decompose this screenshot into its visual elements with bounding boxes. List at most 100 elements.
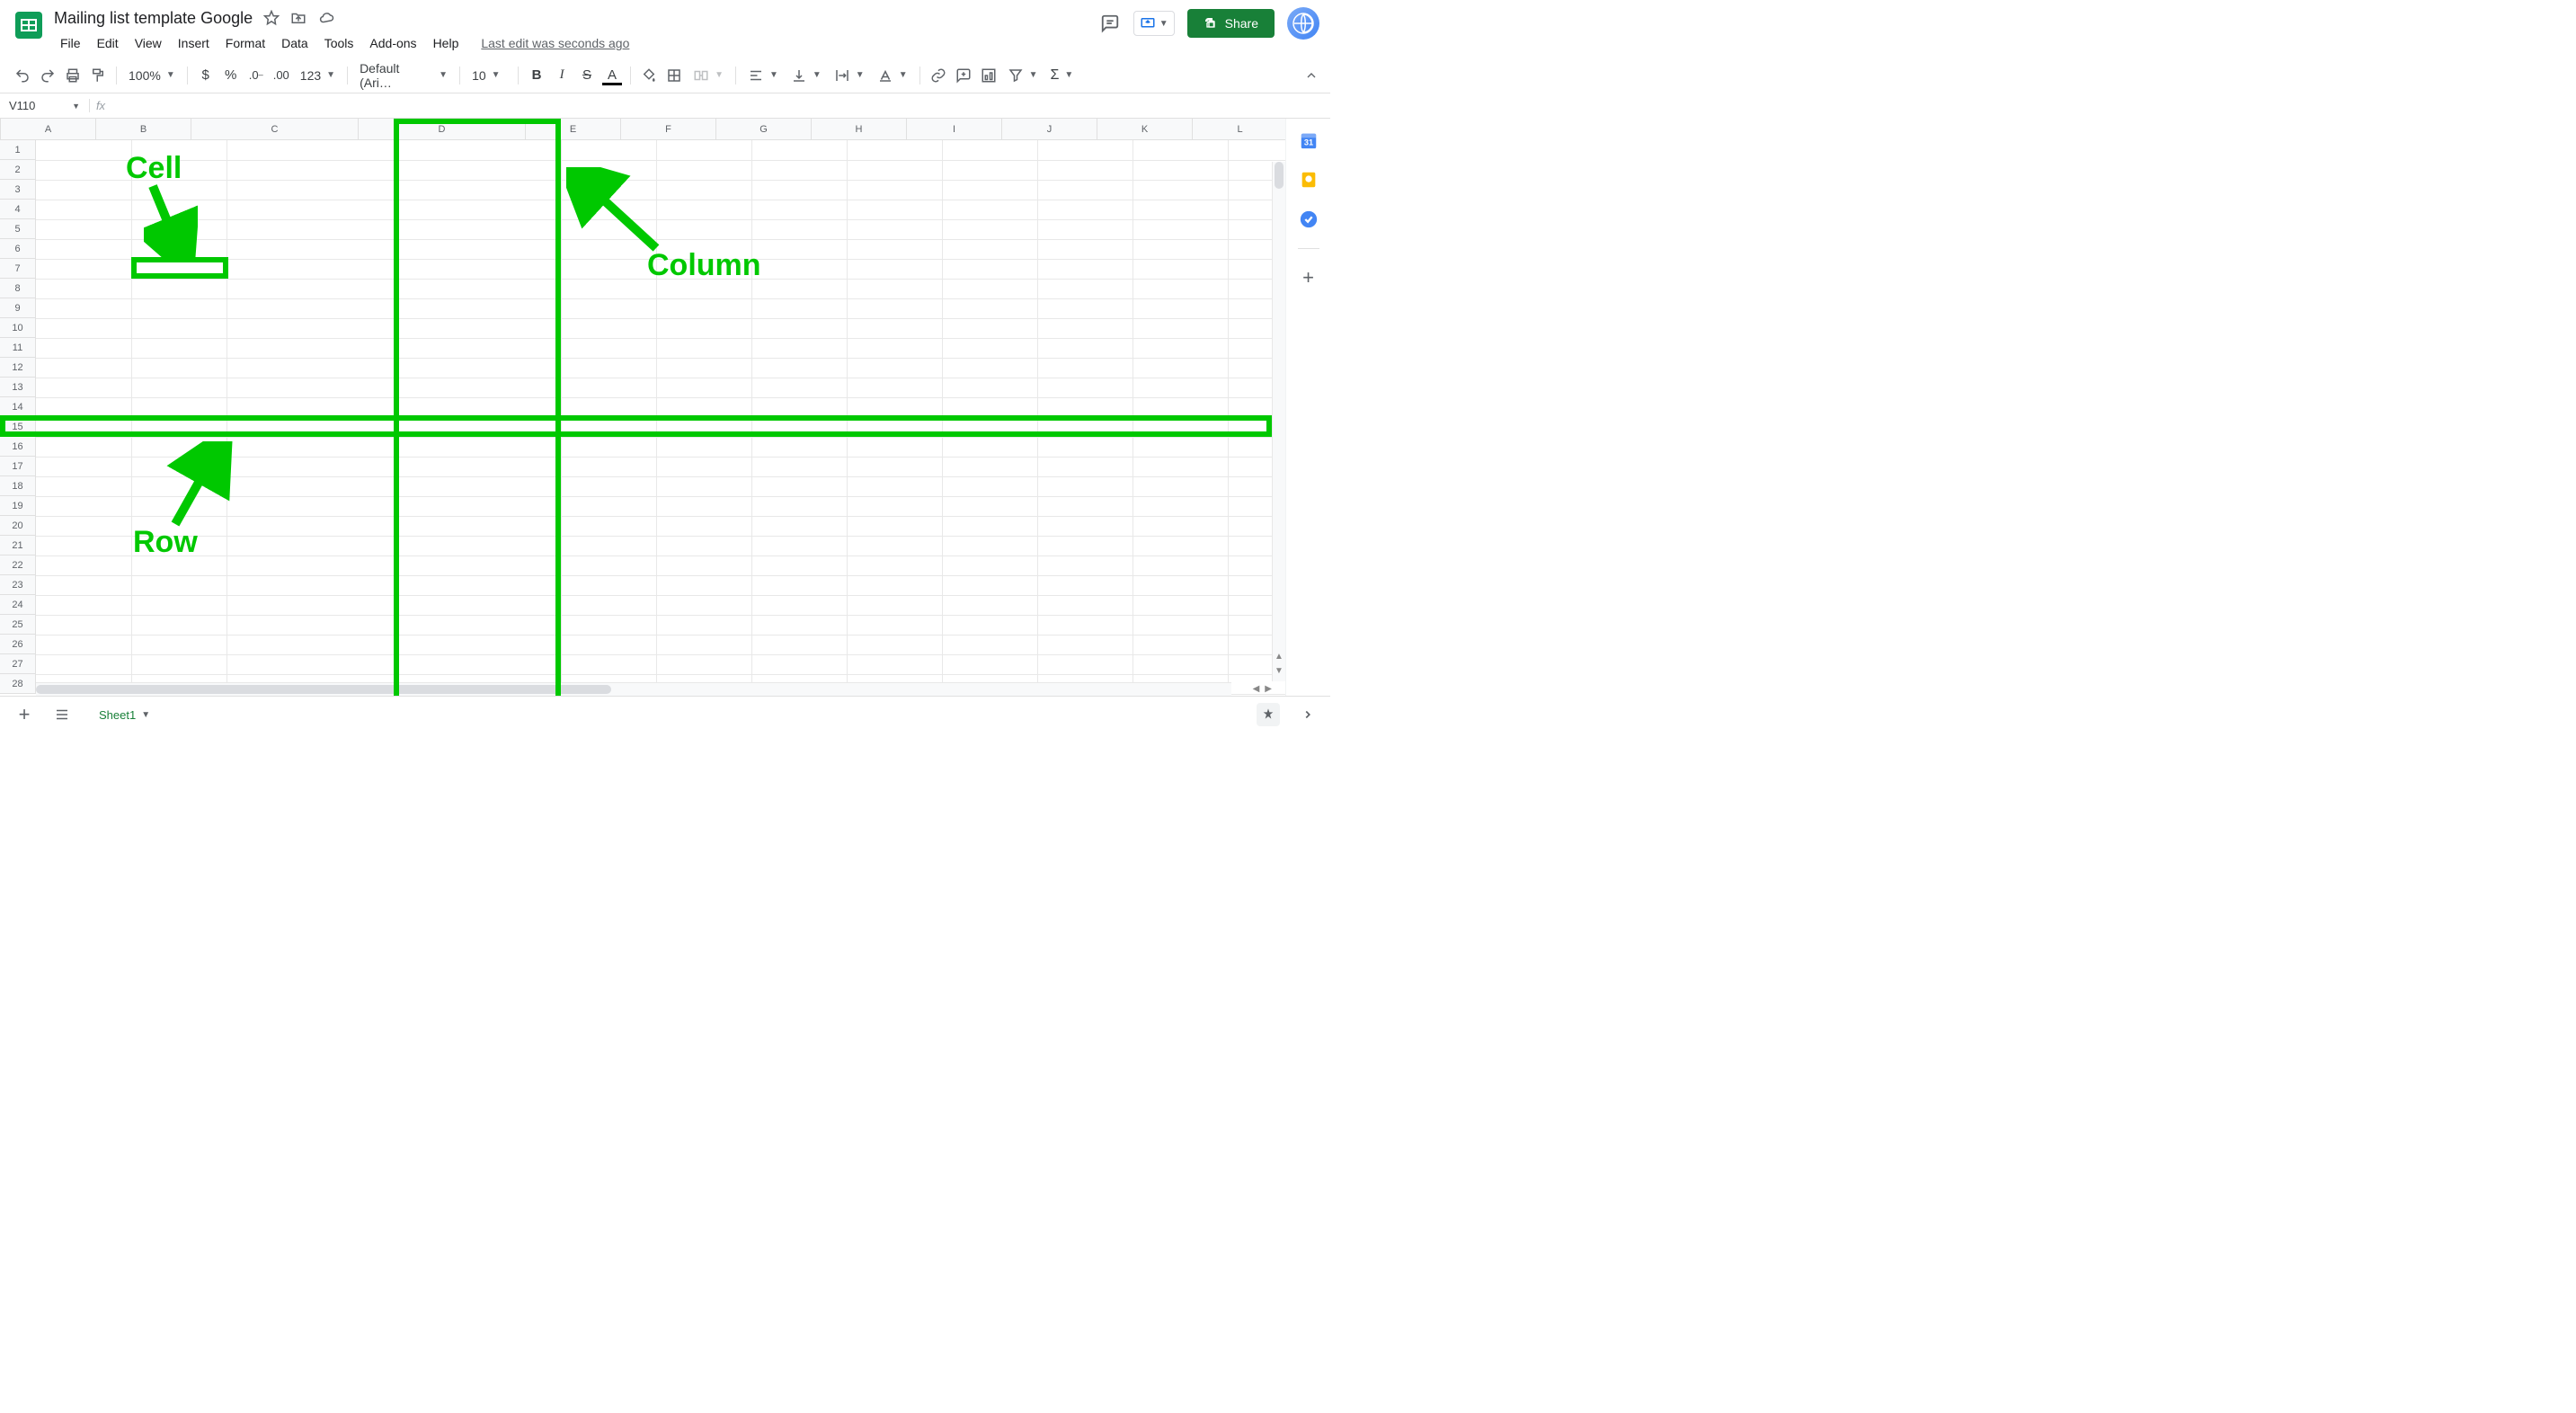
present-button[interactable]: ▼	[1133, 11, 1175, 36]
text-wrap-button[interactable]: ▼	[829, 64, 870, 87]
col-J[interactable]: J	[1002, 119, 1097, 139]
row-10[interactable]: 10	[0, 318, 35, 338]
row-22[interactable]: 22	[0, 555, 35, 575]
decrease-decimal-button[interactable]: .0_	[244, 64, 268, 87]
vertical-align-button[interactable]: ▼	[786, 64, 827, 87]
col-K[interactable]: K	[1097, 119, 1193, 139]
menu-insert[interactable]: Insert	[172, 32, 216, 54]
col-C[interactable]: C	[191, 119, 359, 139]
link-button[interactable]	[927, 64, 950, 87]
share-button[interactable]: Share	[1187, 9, 1275, 38]
row-2[interactable]: 2	[0, 160, 35, 180]
row-14[interactable]: 14	[0, 397, 35, 417]
merge-cells-button[interactable]: ▼	[688, 64, 729, 87]
col-F[interactable]: F	[621, 119, 716, 139]
vertical-scrollbar[interactable]: ▲▼	[1272, 162, 1285, 681]
row-26[interactable]: 26	[0, 635, 35, 654]
add-sheet-button[interactable]: +	[9, 701, 40, 728]
row-21[interactable]: 21	[0, 536, 35, 555]
paint-format-button[interactable]	[86, 64, 110, 87]
all-sheets-button[interactable]	[47, 701, 77, 728]
row-24[interactable]: 24	[0, 595, 35, 615]
cloud-status-icon[interactable]	[317, 10, 335, 26]
insert-chart-button[interactable]	[977, 64, 1000, 87]
col-A[interactable]: A	[1, 119, 96, 139]
menu-edit[interactable]: Edit	[91, 32, 125, 54]
row-15[interactable]: 15	[0, 417, 35, 437]
menu-tools[interactable]: Tools	[318, 32, 360, 54]
row-28[interactable]: 28	[0, 674, 35, 694]
tasks-addon-icon[interactable]	[1298, 209, 1319, 230]
insert-comment-button[interactable]	[952, 64, 975, 87]
doc-title[interactable]: Mailing list template Google	[54, 9, 253, 28]
row-9[interactable]: 9	[0, 298, 35, 318]
more-formats-select[interactable]: 123▼	[295, 64, 341, 87]
filter-button[interactable]: ▼	[1002, 64, 1044, 87]
row-8[interactable]: 8	[0, 279, 35, 298]
redo-button[interactable]	[36, 64, 59, 87]
row-12[interactable]: 12	[0, 358, 35, 378]
horizontal-scroll-nav[interactable]: ◀▶	[1253, 682, 1272, 696]
account-avatar[interactable]	[1287, 7, 1319, 40]
col-H[interactable]: H	[812, 119, 907, 139]
increase-decimal-button[interactable]: .00	[270, 64, 293, 87]
add-addon-icon[interactable]: +	[1298, 267, 1319, 289]
col-E[interactable]: E	[526, 119, 621, 139]
menu-data[interactable]: Data	[275, 32, 315, 54]
row-18[interactable]: 18	[0, 476, 35, 496]
text-rotate-button[interactable]: ▼	[872, 64, 913, 87]
row-3[interactable]: 3	[0, 180, 35, 200]
font-size-select[interactable]: 10▼	[466, 64, 511, 87]
col-L[interactable]: L	[1193, 119, 1285, 139]
calendar-addon-icon[interactable]: 31	[1298, 129, 1319, 151]
print-button[interactable]	[61, 64, 84, 87]
strikethrough-button[interactable]: S	[575, 64, 599, 87]
menu-view[interactable]: View	[129, 32, 168, 54]
row-11[interactable]: 11	[0, 338, 35, 358]
spreadsheet-grid[interactable]: A B C D E F G H I J K L 1 2 3 4 5 6 7 8 …	[0, 119, 1285, 696]
horizontal-scrollbar[interactable]	[36, 682, 1231, 696]
menu-addons[interactable]: Add-ons	[363, 32, 422, 54]
row-5[interactable]: 5	[0, 219, 35, 239]
row-27[interactable]: 27	[0, 654, 35, 674]
explore-button[interactable]	[1257, 703, 1280, 726]
italic-button[interactable]: I	[550, 64, 573, 87]
keep-addon-icon[interactable]	[1298, 169, 1319, 191]
text-color-button[interactable]: A	[600, 64, 624, 87]
col-I[interactable]: I	[907, 119, 1002, 139]
row-13[interactable]: 13	[0, 378, 35, 397]
menu-format[interactable]: Format	[219, 32, 271, 54]
row-25[interactable]: 25	[0, 615, 35, 635]
row-17[interactable]: 17	[0, 457, 35, 476]
last-edit-link[interactable]: Last edit was seconds ago	[481, 36, 629, 50]
currency-button[interactable]: $	[194, 64, 218, 87]
zoom-select[interactable]: 100%▼	[123, 64, 181, 87]
fill-color-button[interactable]	[637, 64, 661, 87]
bold-button[interactable]: B	[525, 64, 548, 87]
col-G[interactable]: G	[716, 119, 812, 139]
row-16[interactable]: 16	[0, 437, 35, 457]
collapse-toolbar-button[interactable]	[1300, 64, 1323, 87]
percent-button[interactable]: %	[219, 64, 243, 87]
col-D[interactable]: D	[359, 119, 526, 139]
horizontal-align-button[interactable]: ▼	[742, 64, 784, 87]
undo-button[interactable]	[11, 64, 34, 87]
col-B[interactable]: B	[96, 119, 191, 139]
row-20[interactable]: 20	[0, 516, 35, 536]
sheets-app-icon[interactable]	[11, 7, 47, 43]
name-box[interactable]: V110▼	[0, 99, 90, 112]
borders-button[interactable]	[662, 64, 686, 87]
sheet-tab-1[interactable]: Sheet1▼	[84, 699, 164, 730]
font-select[interactable]: Default (Ari…▼	[354, 64, 453, 87]
star-icon[interactable]	[263, 10, 280, 26]
comments-icon[interactable]	[1099, 13, 1121, 34]
row-4[interactable]: 4	[0, 200, 35, 219]
row-23[interactable]: 23	[0, 575, 35, 595]
row-19[interactable]: 19	[0, 496, 35, 516]
row-1[interactable]: 1	[0, 140, 35, 160]
menu-file[interactable]: File	[54, 32, 87, 54]
row-7[interactable]: 7	[0, 259, 35, 279]
row-6[interactable]: 6	[0, 239, 35, 259]
side-panel-toggle[interactable]	[1296, 703, 1319, 726]
move-icon[interactable]	[290, 10, 306, 26]
